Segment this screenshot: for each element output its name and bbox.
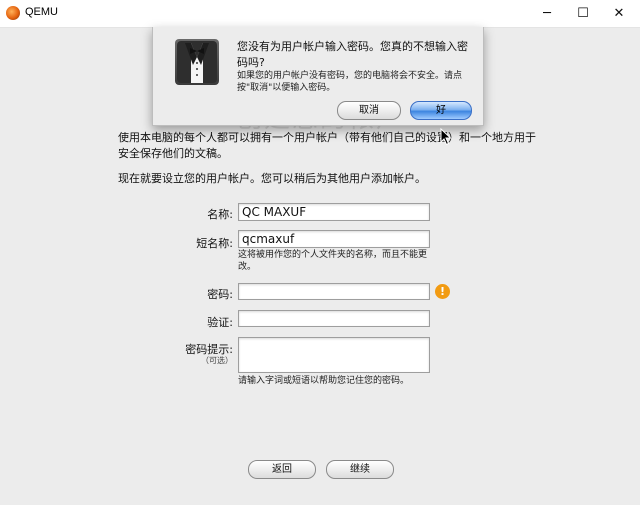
tuxedo-icon: [177, 41, 217, 83]
warning-icon: !: [435, 284, 450, 299]
short-name-field[interactable]: qcmaxuf: [238, 230, 430, 248]
name-field[interactable]: QC MAXUF: [238, 203, 430, 221]
mouse-cursor-icon: [440, 128, 452, 146]
close-button[interactable]: ✕: [596, 0, 640, 27]
ok-button[interactable]: 好: [410, 101, 472, 120]
alert-detail: 如果您的用户帐户没有密码，您的电脑将会不安全。请点按"取消"以便输入密码。: [237, 71, 463, 93]
no-password-alert-dialog: 您没有为用户帐户输入密码。您真的不想输入密码吗? 如果您的用户帐户没有密码，您的…: [152, 27, 484, 126]
short-name-label: 短名称:: [196, 237, 233, 250]
password-hint-field[interactable]: [238, 337, 430, 373]
password-field[interactable]: [238, 283, 430, 300]
verify-label: 验证:: [207, 316, 233, 329]
intro-text-2: 现在就要设立您的用户帐户。您可以稍后为其他用户添加帐户。: [118, 172, 426, 185]
cancel-button[interactable]: 取消: [337, 101, 401, 120]
back-button[interactable]: 返回: [248, 460, 316, 479]
title-bar: QEMU ─ ☐ ✕: [0, 0, 640, 28]
butler-icon: [175, 39, 219, 85]
qemu-app-icon: [6, 6, 20, 20]
intro-text: 使用本电脑的每个人都可以拥有一个用户帐户（带有他们自己的设置）和一个地方用于 安…: [118, 131, 536, 160]
password-hint-help: 请输入字词或短语以帮助您记住您的密码。: [238, 376, 410, 386]
short-name-hint: 这将被用作您的个人文件夹的名称，而且不能更 改。: [238, 250, 428, 272]
window-title: QEMU: [25, 6, 58, 18]
optional-label: （可选）: [201, 356, 233, 365]
alert-message: 您没有为用户帐户输入密码。您真的不想输入密码吗?: [237, 40, 468, 69]
password-label: 密码:: [207, 288, 233, 301]
verify-field[interactable]: [238, 310, 430, 327]
continue-button[interactable]: 继续: [326, 460, 394, 479]
name-label: 名称:: [207, 208, 233, 221]
